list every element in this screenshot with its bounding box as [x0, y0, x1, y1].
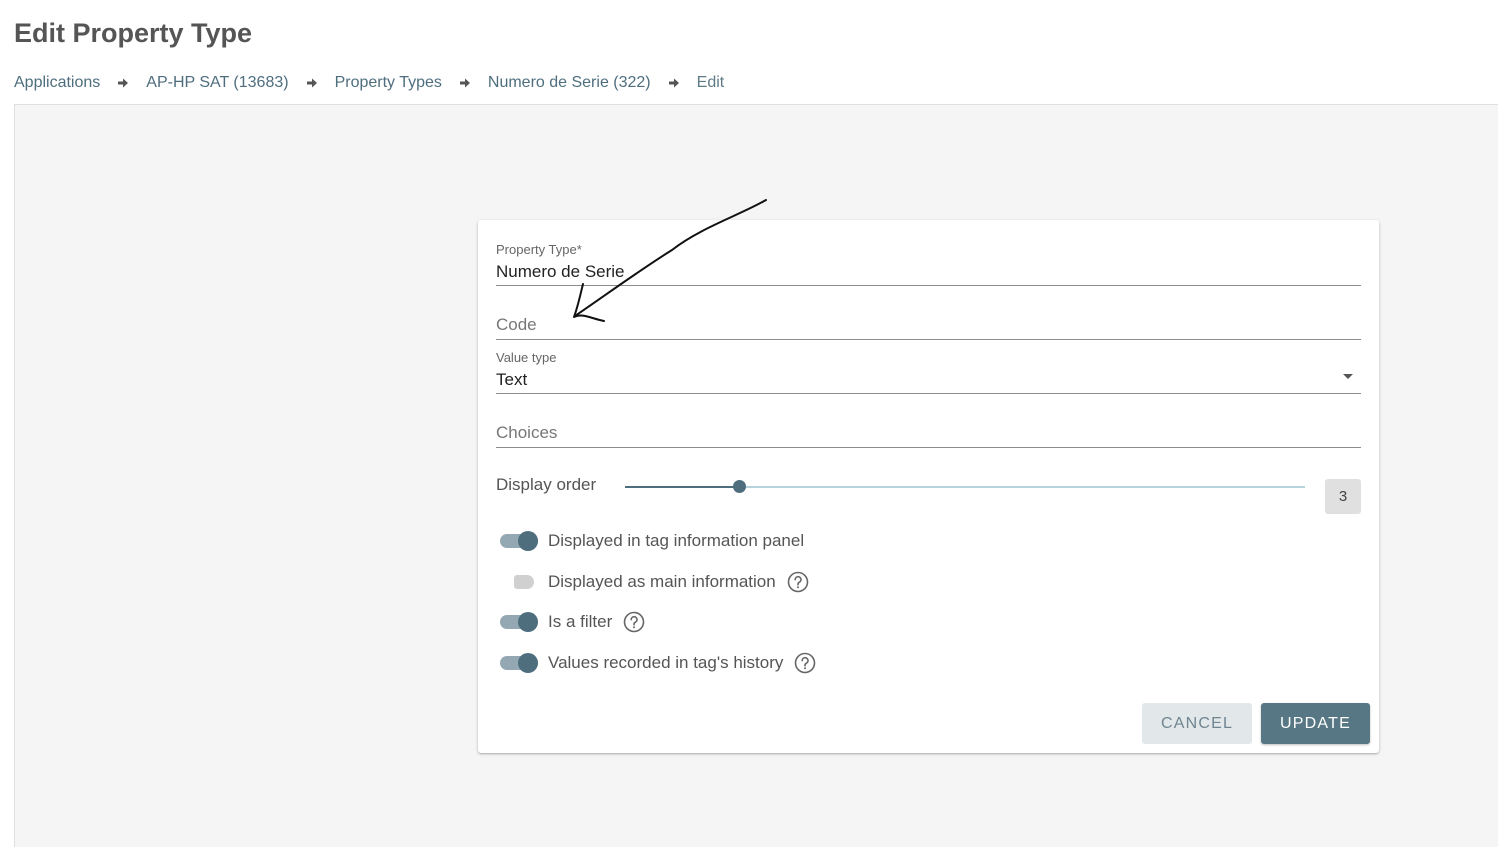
- slider-thumb[interactable]: [732, 480, 746, 493]
- edit-property-type-form: Property Type* Numero de Serie Code Valu…: [478, 220, 1379, 753]
- breadcrumb-applications[interactable]: Applications: [14, 74, 100, 92]
- arrow-right-icon: [651, 77, 697, 89]
- update-button[interactable]: UPDATE: [1261, 703, 1370, 744]
- arrow-right-icon: [442, 77, 488, 89]
- breadcrumb-property-types[interactable]: Property Types: [335, 74, 442, 92]
- property-type-field[interactable]: Property Type* Numero de Serie: [496, 238, 1361, 286]
- code-input[interactable]: Code: [496, 315, 537, 335]
- value-type-label: Value type: [496, 350, 557, 365]
- toggle-row-main-information: Displayed as main information: [498, 568, 809, 596]
- display-order-slider[interactable]: [625, 480, 1305, 493]
- toggle-is-filter[interactable]: [498, 610, 540, 634]
- breadcrumb: Applications AP-HP SAT (13683) Property …: [14, 72, 724, 94]
- display-order-label: Display order: [496, 475, 597, 494]
- toggle-row-is-filter: Is a filter: [498, 608, 645, 636]
- toggle-tag-info-panel[interactable]: [498, 529, 540, 553]
- choices-field[interactable]: Choices: [496, 400, 1361, 448]
- choices-input[interactable]: Choices: [496, 423, 557, 443]
- code-field[interactable]: Code: [496, 292, 1361, 340]
- question-circle-icon[interactable]: [794, 652, 816, 674]
- toggle-label: Displayed as main information: [548, 572, 776, 591]
- breadcrumb-current: Edit: [696, 74, 725, 91]
- property-type-label: Property Type*: [496, 242, 582, 257]
- toggle-label: Is a filter: [548, 612, 613, 631]
- toggle-label: Displayed in tag information panel: [548, 531, 805, 550]
- breadcrumb-application[interactable]: AP-HP SAT (13683): [146, 74, 288, 92]
- value-type-value[interactable]: Text: [496, 370, 527, 390]
- page-title: Edit Property Type: [14, 18, 253, 48]
- display-order-value[interactable]: 3: [1325, 479, 1361, 514]
- question-circle-icon[interactable]: [623, 611, 645, 633]
- value-type-select[interactable]: Value type Text: [496, 346, 1361, 394]
- caret-down-icon[interactable]: [1343, 374, 1353, 379]
- toggle-label: Values recorded in tag's history: [548, 653, 784, 672]
- cancel-button[interactable]: CANCEL: [1142, 703, 1252, 744]
- property-type-input[interactable]: Numero de Serie: [496, 262, 625, 282]
- toggle-main-information[interactable]: [498, 570, 540, 594]
- slider-fill: [625, 486, 739, 488]
- arrow-right-icon: [100, 77, 146, 89]
- toggle-row-tag-info-panel: Displayed in tag information panel: [498, 527, 804, 555]
- question-circle-icon[interactable]: [787, 571, 809, 593]
- toggle-row-history: Values recorded in tag's history: [498, 649, 816, 677]
- form-actions: CANCEL UPDATE: [1142, 703, 1370, 744]
- toggle-values-history[interactable]: [498, 651, 540, 675]
- arrow-right-icon: [289, 77, 335, 89]
- display-order-row: Display order 3: [496, 472, 1361, 514]
- breadcrumb-property-type[interactable]: Numero de Serie (322): [488, 74, 651, 92]
